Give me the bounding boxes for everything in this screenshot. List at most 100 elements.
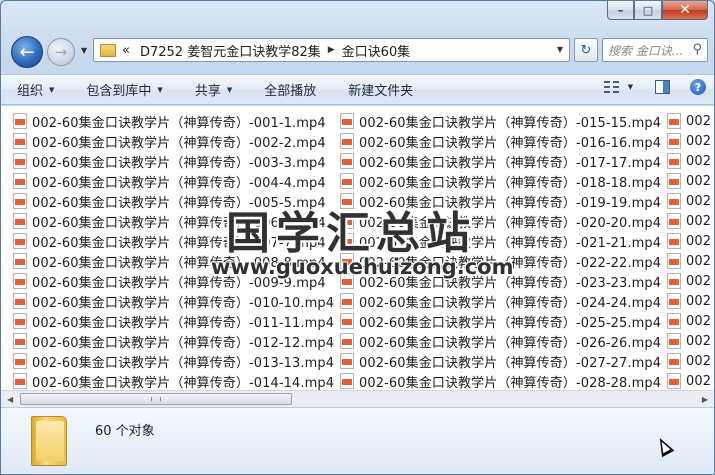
chevron-down-icon: ▼ [49, 85, 55, 94]
breadcrumb-overflow[interactable]: « [122, 43, 130, 58]
file-item[interactable]: 002-60集金口诀教学片（神算传奇）-003-3.mp4 [13, 151, 334, 171]
file-item[interactable]: 002-60集金口诀教学片（神算传奇）-001-1.mp4 [13, 111, 334, 131]
file-name: 002-60集金口诀教学片（神算传奇）-004-4.mp4 [32, 175, 326, 191]
navigation-bar: ← → ▼ « D7252 姜智元金口诀教学82集 ▶ 金口诀60集 ▼ ↻ 搜… [9, 33, 708, 69]
address-dropdown-icon[interactable]: ▼ [557, 45, 563, 54]
file-item[interactable]: 002 [667, 291, 711, 311]
file-item[interactable]: 002 [667, 231, 711, 251]
file-item[interactable]: 002 [667, 271, 711, 291]
file-name: 002-60集金口诀教学片（神算传奇）-024-24.mp4 [359, 295, 662, 311]
breadcrumb-item-current[interactable]: 金口诀60集 [342, 41, 411, 60]
toolbar-organize[interactable]: 组织 ▼ [17, 80, 54, 99]
file-item[interactable]: 002 [667, 191, 711, 211]
chevron-down-icon: ▼ [157, 85, 163, 94]
video-file-icon [13, 153, 27, 169]
file-name: 002-60集金口诀教学片（神算传奇）-010-10.mp4 [32, 295, 335, 311]
toolbar-include-label: 包含到库中 [86, 84, 152, 99]
toolbar-include-in-library[interactable]: 包含到库中 ▼ [86, 80, 162, 99]
file-item[interactable]: 002-60集金口诀教学片（神算传奇）-028-28.mp4 [340, 371, 661, 390]
file-name: 002 [686, 353, 712, 369]
file-item[interactable]: 002 [667, 371, 711, 390]
scroll-right-icon[interactable]: ▶ [702, 395, 708, 404]
toolbar-play-all[interactable]: 全部播放 [264, 80, 316, 99]
file-item[interactable]: 002-60集金口诀教学片（神算传奇）-011-11.mp4 [13, 311, 334, 331]
toolbar-share-label: 共享 [194, 84, 221, 99]
scroll-left-icon[interactable]: ◀ [7, 395, 13, 404]
video-file-icon [667, 153, 681, 169]
view-dropdown-icon[interactable]: ▼ [628, 83, 633, 91]
file-item[interactable]: 002 [667, 331, 711, 351]
file-item[interactable]: 002 [667, 151, 711, 171]
file-name: 002 [686, 213, 712, 229]
video-file-icon [667, 353, 681, 369]
back-button[interactable]: ← [11, 36, 43, 68]
video-file-icon [667, 133, 681, 149]
file-name: 002 [686, 313, 712, 329]
video-file-icon [13, 333, 27, 349]
refresh-button[interactable]: ↻ [574, 38, 598, 62]
forward-button[interactable]: → [47, 38, 75, 66]
search-input[interactable]: 搜索 金口诀... ⚲ [602, 38, 708, 62]
file-item[interactable]: 002 [667, 311, 711, 331]
file-name: 002 [686, 133, 712, 149]
video-file-icon [13, 313, 27, 329]
video-file-icon [13, 173, 27, 189]
file-item[interactable]: 002-60集金口诀教学片（神算传奇）-017-17.mp4 [340, 151, 661, 171]
file-item[interactable]: 002-60集金口诀教学片（神算传奇）-013-13.mp4 [13, 351, 334, 371]
file-item[interactable]: 002-60集金口诀教学片（神算传奇）-015-15.mp4 [340, 111, 661, 131]
breadcrumb-item-parent[interactable]: D7252 姜智元金口诀教学82集 [140, 41, 321, 60]
details-pane: 60 个对象 [1, 407, 714, 474]
change-view-icon[interactable] [603, 80, 620, 94]
video-file-icon [340, 353, 354, 369]
chevron-down-icon: ▼ [226, 85, 233, 94]
toolbar-share[interactable]: 共享 ▼ [195, 80, 232, 99]
video-file-icon [340, 173, 354, 189]
file-name: 002-60集金口诀教学片（神算传奇）-011-11.mp4 [32, 315, 335, 331]
video-file-icon [667, 113, 681, 129]
file-item[interactable]: 002 [667, 171, 711, 191]
video-file-icon [340, 333, 354, 349]
file-item[interactable]: 002-60集金口诀教学片（神算传奇）-027-27.mp4 [340, 351, 661, 371]
breadcrumb-separator-icon[interactable]: ▶ [328, 45, 335, 55]
address-bar[interactable]: « D7252 姜智元金口诀教学82集 ▶ 金口诀60集 ▼ [93, 38, 570, 62]
file-item[interactable]: 002-60集金口诀教学片（神算传奇）-024-24.mp4 [340, 291, 661, 311]
file-item[interactable]: 002-60集金口诀教学片（神算传奇）-012-12.mp4 [13, 331, 334, 351]
file-item[interactable]: 002-60集金口诀教学片（神算传奇）-025-25.mp4 [340, 311, 661, 331]
file-item[interactable]: 002 [667, 111, 711, 131]
file-item[interactable]: 002-60集金口诀教学片（神算传奇）-016-16.mp4 [340, 131, 661, 151]
video-file-icon [667, 173, 681, 189]
video-file-icon [13, 293, 27, 309]
file-column-3: 002 002 002 002 002 002 002 002 002 002 002 002 002 0… [667, 111, 711, 390]
file-item[interactable]: 002-60集金口诀教学片（神算传奇）-002-2.mp4 [13, 131, 334, 151]
scrollbar-thumb[interactable] [20, 393, 292, 405]
maximize-button[interactable]: □ [634, 1, 662, 20]
file-item[interactable]: 002-60集金口诀教学片（神算传奇）-014-14.mp4 [13, 371, 334, 390]
file-item[interactable]: 002 [667, 251, 711, 271]
back-arrow-icon: ← [19, 41, 35, 63]
preview-pane-icon[interactable] [655, 80, 670, 94]
file-name: 002-60集金口诀教学片（神算传奇）-025-25.mp4 [359, 315, 662, 331]
folder-large-icon [31, 416, 67, 466]
forward-arrow-icon: → [54, 43, 68, 61]
recent-pages-dropdown-icon[interactable]: ▼ [81, 46, 87, 55]
file-item[interactable]: 002-60集金口诀教学片（神算传奇）-018-18.mp4 [340, 171, 661, 191]
file-name: 002 [686, 173, 712, 189]
search-icon[interactable]: ⚲ [692, 42, 702, 57]
toolbar-new-folder[interactable]: 新建文件夹 [348, 80, 413, 99]
file-item[interactable]: 002-60集金口诀教学片（神算传奇）-004-4.mp4 [13, 171, 334, 191]
file-name: 002-60集金口诀教学片（神算传奇）-017-17.mp4 [359, 155, 662, 171]
file-name: 002-60集金口诀教学片（神算传奇）-028-28.mp4 [359, 375, 662, 391]
file-item[interactable]: 002 [667, 131, 711, 151]
file-item[interactable]: 002 [667, 351, 711, 371]
close-button[interactable]: ✕ [662, 1, 708, 20]
minimize-button[interactable]: – [607, 1, 634, 20]
file-item[interactable]: 002 [667, 211, 711, 231]
horizontal-scrollbar[interactable]: ◀ ▶ [1, 390, 714, 407]
file-item[interactable]: 002-60集金口诀教学片（神算传奇）-010-10.mp4 [13, 291, 334, 311]
file-name: 002 [686, 113, 712, 129]
help-icon[interactable]: ? [690, 79, 706, 95]
video-file-icon [667, 273, 681, 289]
file-item[interactable]: 002-60集金口诀教学片（神算传奇）-026-26.mp4 [340, 331, 661, 351]
video-file-icon [13, 133, 27, 149]
file-name: 002-60集金口诀教学片（神算传奇）-001-1.mp4 [32, 115, 326, 131]
